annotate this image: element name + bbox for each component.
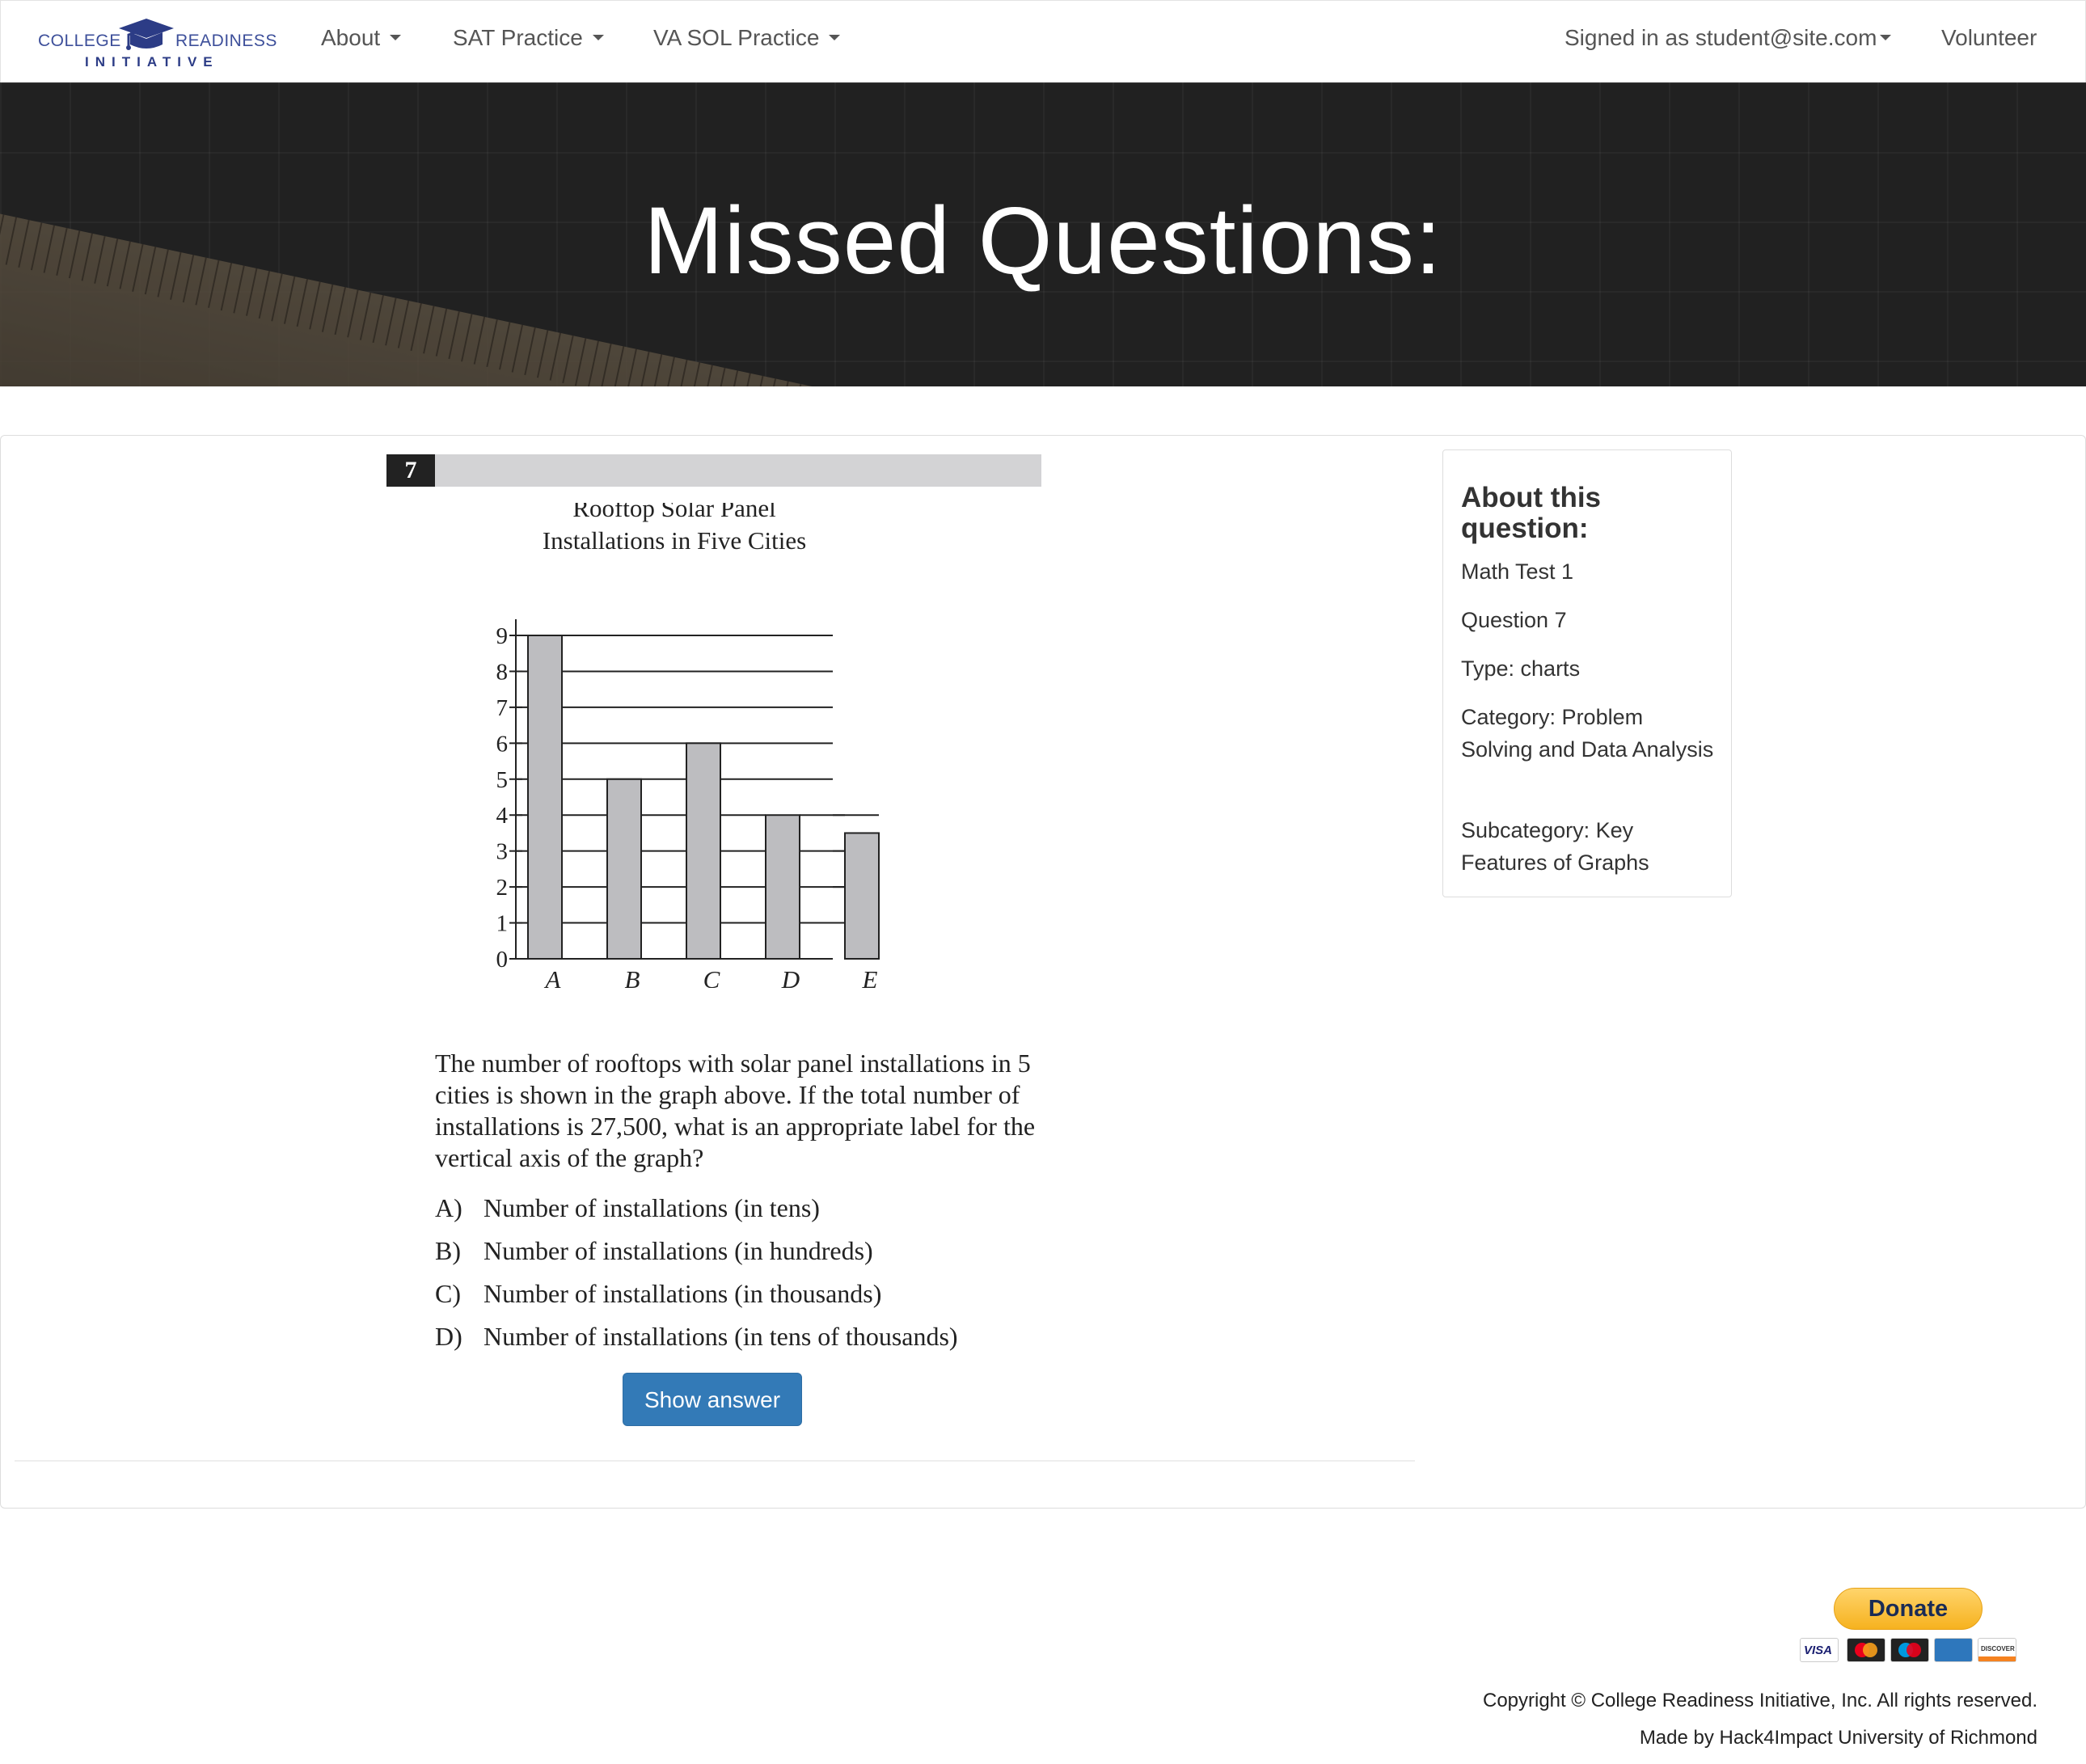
- about-type: Type: charts: [1461, 656, 1581, 681]
- nav-sat-practice-label: SAT Practice: [453, 25, 583, 50]
- about-subcategory: Subcategory: Key Features of Graphs: [1461, 818, 1649, 875]
- chevron-down-icon: [390, 35, 402, 41]
- chart-x-tick-label: D: [781, 965, 800, 988]
- chevron-down-icon: [1880, 35, 1892, 41]
- question-header-bar: [435, 454, 1041, 487]
- graduation-cap-icon: [119, 19, 174, 50]
- answer-choice-c: C) Number of installations (in thousands): [435, 1279, 958, 1322]
- amex-icon: [1934, 1638, 1973, 1662]
- nav-sat-practice-dropdown[interactable]: SAT Practice: [453, 25, 604, 51]
- chart-bar-e: [844, 832, 880, 960]
- chart-y-tick-label: 5: [496, 767, 509, 793]
- about-test: Math Test 1: [1461, 559, 1574, 584]
- chart-x-tick-label: C: [703, 965, 720, 988]
- chevron-down-icon: [829, 35, 841, 41]
- volunteer-label: Volunteer: [1941, 25, 2037, 50]
- user-account-label: Signed in as student@site.com: [1564, 25, 1877, 50]
- visa-icon: VISA: [1800, 1638, 1839, 1662]
- page-title: Missed Questions:: [644, 188, 1442, 294]
- choice-letter: A): [435, 1193, 462, 1222]
- about-question-box: About this question: Math Test 1 Questio…: [1442, 449, 1732, 897]
- donate-button[interactable]: Donate: [1834, 1588, 1983, 1630]
- navbar: COLLEGE READINESS INITIATIVE About SAT P…: [0, 0, 2086, 83]
- mastercard-icon: [1847, 1638, 1885, 1662]
- nav-va-sol-practice-label: VA SOL Practice: [653, 25, 820, 50]
- chart-bar-b: [606, 778, 642, 960]
- question-image: 7 Rooftop Solar Panel Installations in Fi…: [386, 454, 1041, 1457]
- choice-text: Number of installations (in hundreds): [483, 1236, 873, 1265]
- credit-text: Made by Hack4Impact University of Richmo…: [1639, 1727, 2037, 1749]
- chart-y-tick-label: 6: [496, 731, 509, 757]
- chart-y-tick-label: 7: [496, 695, 509, 721]
- chevron-down-icon: [592, 35, 604, 41]
- answer-choices: A) Number of installations (in tens) B) Nu…: [435, 1193, 958, 1365]
- choice-text: Number of installations (in tens of thou…: [483, 1322, 958, 1351]
- chart-y-tick-label: 9: [496, 623, 509, 649]
- logo-word-initiative: INITIATIVE: [85, 54, 219, 70]
- chart-y-tick-label: 4: [496, 803, 509, 829]
- college-readiness-logo[interactable]: COLLEGE READINESS INITIATIVE: [36, 15, 277, 74]
- choice-letter: D): [435, 1322, 462, 1351]
- hero-banner: Missed Questions:: [0, 82, 2086, 386]
- question-number: 7: [386, 454, 435, 487]
- question-text: The number of rooftops with solar panel …: [435, 1049, 1036, 1172]
- chart-bar-d: [765, 814, 800, 960]
- chart-x-tick-label: B: [625, 965, 640, 988]
- choice-letter: C): [435, 1279, 461, 1308]
- discover-icon: DISCOVER: [1978, 1638, 2016, 1662]
- logo-word-college: COLLEGE: [38, 32, 121, 50]
- nav-va-sol-practice-dropdown[interactable]: VA SOL Practice: [653, 25, 841, 51]
- chart-bar-a: [527, 635, 563, 960]
- chart-y-tick-label: 1: [496, 911, 509, 937]
- chart-y-tick-label: 2: [496, 875, 509, 901]
- about-heading: About this question:: [1461, 482, 1602, 544]
- chart-title-line2: Installations in Five Cities: [543, 526, 806, 555]
- logo-word-readiness: READINESS: [175, 32, 277, 50]
- choice-text: Number of installations (in thousands): [483, 1279, 882, 1308]
- choice-letter: B): [435, 1236, 461, 1265]
- chart-y-tick-label: 0: [496, 947, 509, 973]
- user-account-dropdown[interactable]: Signed in as student@site.com: [1564, 25, 1892, 51]
- nav-about-dropdown[interactable]: About: [321, 25, 402, 51]
- chart-x-tick-label: E: [862, 965, 878, 988]
- chart-y-tick-label: 8: [496, 659, 509, 685]
- chart-bar-c: [686, 742, 721, 960]
- answer-choice-d: D) Number of installations (in tens of th…: [435, 1322, 958, 1365]
- nav-about-label: About: [321, 25, 381, 50]
- answer-choice-b: B) Number of installations (in hundreds): [435, 1236, 958, 1279]
- choice-text: Number of installations (in tens): [483, 1193, 820, 1222]
- bar-chart: Rooftop Solar Panel Installations in Five…: [496, 503, 880, 988]
- maestro-icon: [1890, 1638, 1929, 1662]
- about-category: Category: Problem Solving and Data Analy…: [1461, 705, 1714, 762]
- content-panel: [0, 435, 2086, 1509]
- about-question-number: Question 7: [1461, 608, 1567, 632]
- copyright-text: Copyright © College Readiness Initiative…: [1482, 1690, 2037, 1711]
- volunteer-link[interactable]: Volunteer: [1941, 25, 2037, 51]
- divider: [15, 1460, 1415, 1462]
- chart-y-tick-label: 3: [496, 839, 509, 865]
- chart-title-line1: Rooftop Solar Panel: [572, 503, 775, 522]
- show-answer-button[interactable]: Show answer: [623, 1373, 802, 1426]
- answer-choice-a: A) Number of installations (in tens): [435, 1193, 958, 1236]
- chart-x-tick-label: A: [544, 965, 562, 988]
